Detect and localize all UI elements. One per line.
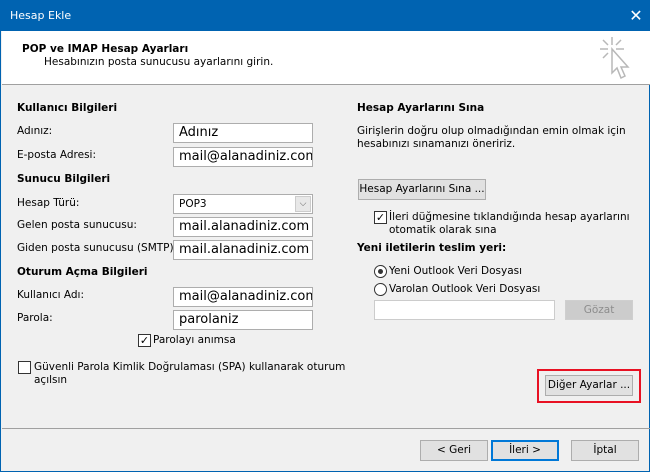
email-input[interactable]: mail@alanadiniz.com	[173, 147, 313, 167]
title-bar: Hesap Ekle ✕	[1, 1, 650, 31]
username-label: Kullanıcı Adı:	[17, 289, 85, 301]
existing-data-file-path[interactable]	[374, 300, 555, 320]
cursor-click-icon	[600, 37, 630, 80]
account-type-select[interactable]: POP3 ⌵	[173, 194, 313, 214]
add-account-dialog: Hesap Ekle ✕ POP ve IMAP Hesap Ayarları …	[0, 0, 650, 472]
auto-test-line2: otomatik olarak sına	[389, 224, 497, 236]
incoming-server-input[interactable]: mail.alanadiniz.com	[173, 217, 313, 237]
outgoing-server-input[interactable]: mail.alanadiniz.com	[173, 240, 313, 260]
incoming-server-label: Gelen posta sunucusu:	[17, 219, 137, 231]
browse-button[interactable]: Gözat	[565, 300, 633, 320]
delivery-heading: Yeni iletilerin teslim yeri:	[357, 242, 507, 254]
outgoing-server-label: Giden posta sunucusu (SMTP):	[17, 242, 178, 254]
next-button[interactable]: İleri >	[491, 440, 559, 461]
more-settings-button[interactable]: Diğer Ayarlar ...	[545, 375, 633, 396]
page-title: POP ve IMAP Hesap Ayarları	[22, 43, 189, 55]
test-settings-heading: Hesap Ayarlarını Sına	[357, 102, 485, 114]
spa-label-line1: Güvenli Parola Kimlik Doğrulaması (SPA) …	[34, 361, 346, 373]
header: POP ve IMAP Hesap Ayarları Hesabınızın p…	[2, 31, 650, 85]
name-label: Adınız:	[17, 125, 53, 137]
account-type-label: Hesap Türü:	[17, 197, 80, 209]
test-settings-button[interactable]: Hesap Ayarlarını Sına ...	[358, 179, 486, 200]
user-info-heading: Kullanıcı Bilgileri	[17, 102, 118, 114]
chevron-down-icon[interactable]: ⌵	[295, 196, 311, 212]
existing-data-file-label: Varolan Outlook Veri Dosyası	[389, 283, 541, 295]
spa-checkbox[interactable]	[18, 361, 31, 374]
close-icon[interactable]: ✕	[621, 1, 650, 31]
username-input[interactable]: mail@alanadiniz.com	[173, 287, 313, 307]
test-desc-line2: hesabınızı sınamanızı öneririz.	[357, 138, 516, 150]
logon-info-heading: Oturum Açma Bilgileri	[17, 266, 148, 278]
auto-test-checkbox[interactable]: ✓	[374, 211, 387, 224]
existing-data-file-radio[interactable]	[374, 283, 387, 296]
window-title: Hesap Ekle	[10, 9, 72, 22]
footer-divider	[2, 428, 650, 429]
remember-password-label: Parolayı anımsa	[153, 334, 236, 346]
remember-password-checkbox[interactable]: ✓	[138, 334, 151, 347]
password-input[interactable]: parolaniz	[173, 310, 313, 330]
spa-label-line2: açılsın	[34, 374, 68, 386]
account-type-value: POP3	[179, 198, 207, 210]
new-data-file-radio[interactable]	[374, 265, 387, 278]
test-desc-line1: Girişlerin doğru olup olmadığından emin …	[357, 125, 626, 137]
page-subtitle: Hesabınızın posta sunucusu ayarlarını gi…	[44, 56, 274, 68]
name-input[interactable]: Adınız	[173, 123, 313, 143]
email-label: E-posta Adresi:	[17, 149, 97, 161]
back-button[interactable]: < Geri	[420, 440, 488, 461]
auto-test-line1: İleri düğmesine tıklandığında hesap ayar…	[389, 211, 630, 223]
server-info-heading: Sunucu Bilgileri	[17, 173, 111, 185]
password-label: Parola:	[17, 312, 53, 324]
cancel-button[interactable]: İptal	[571, 440, 639, 461]
new-data-file-label: Yeni Outlook Veri Dosyası	[389, 265, 523, 277]
